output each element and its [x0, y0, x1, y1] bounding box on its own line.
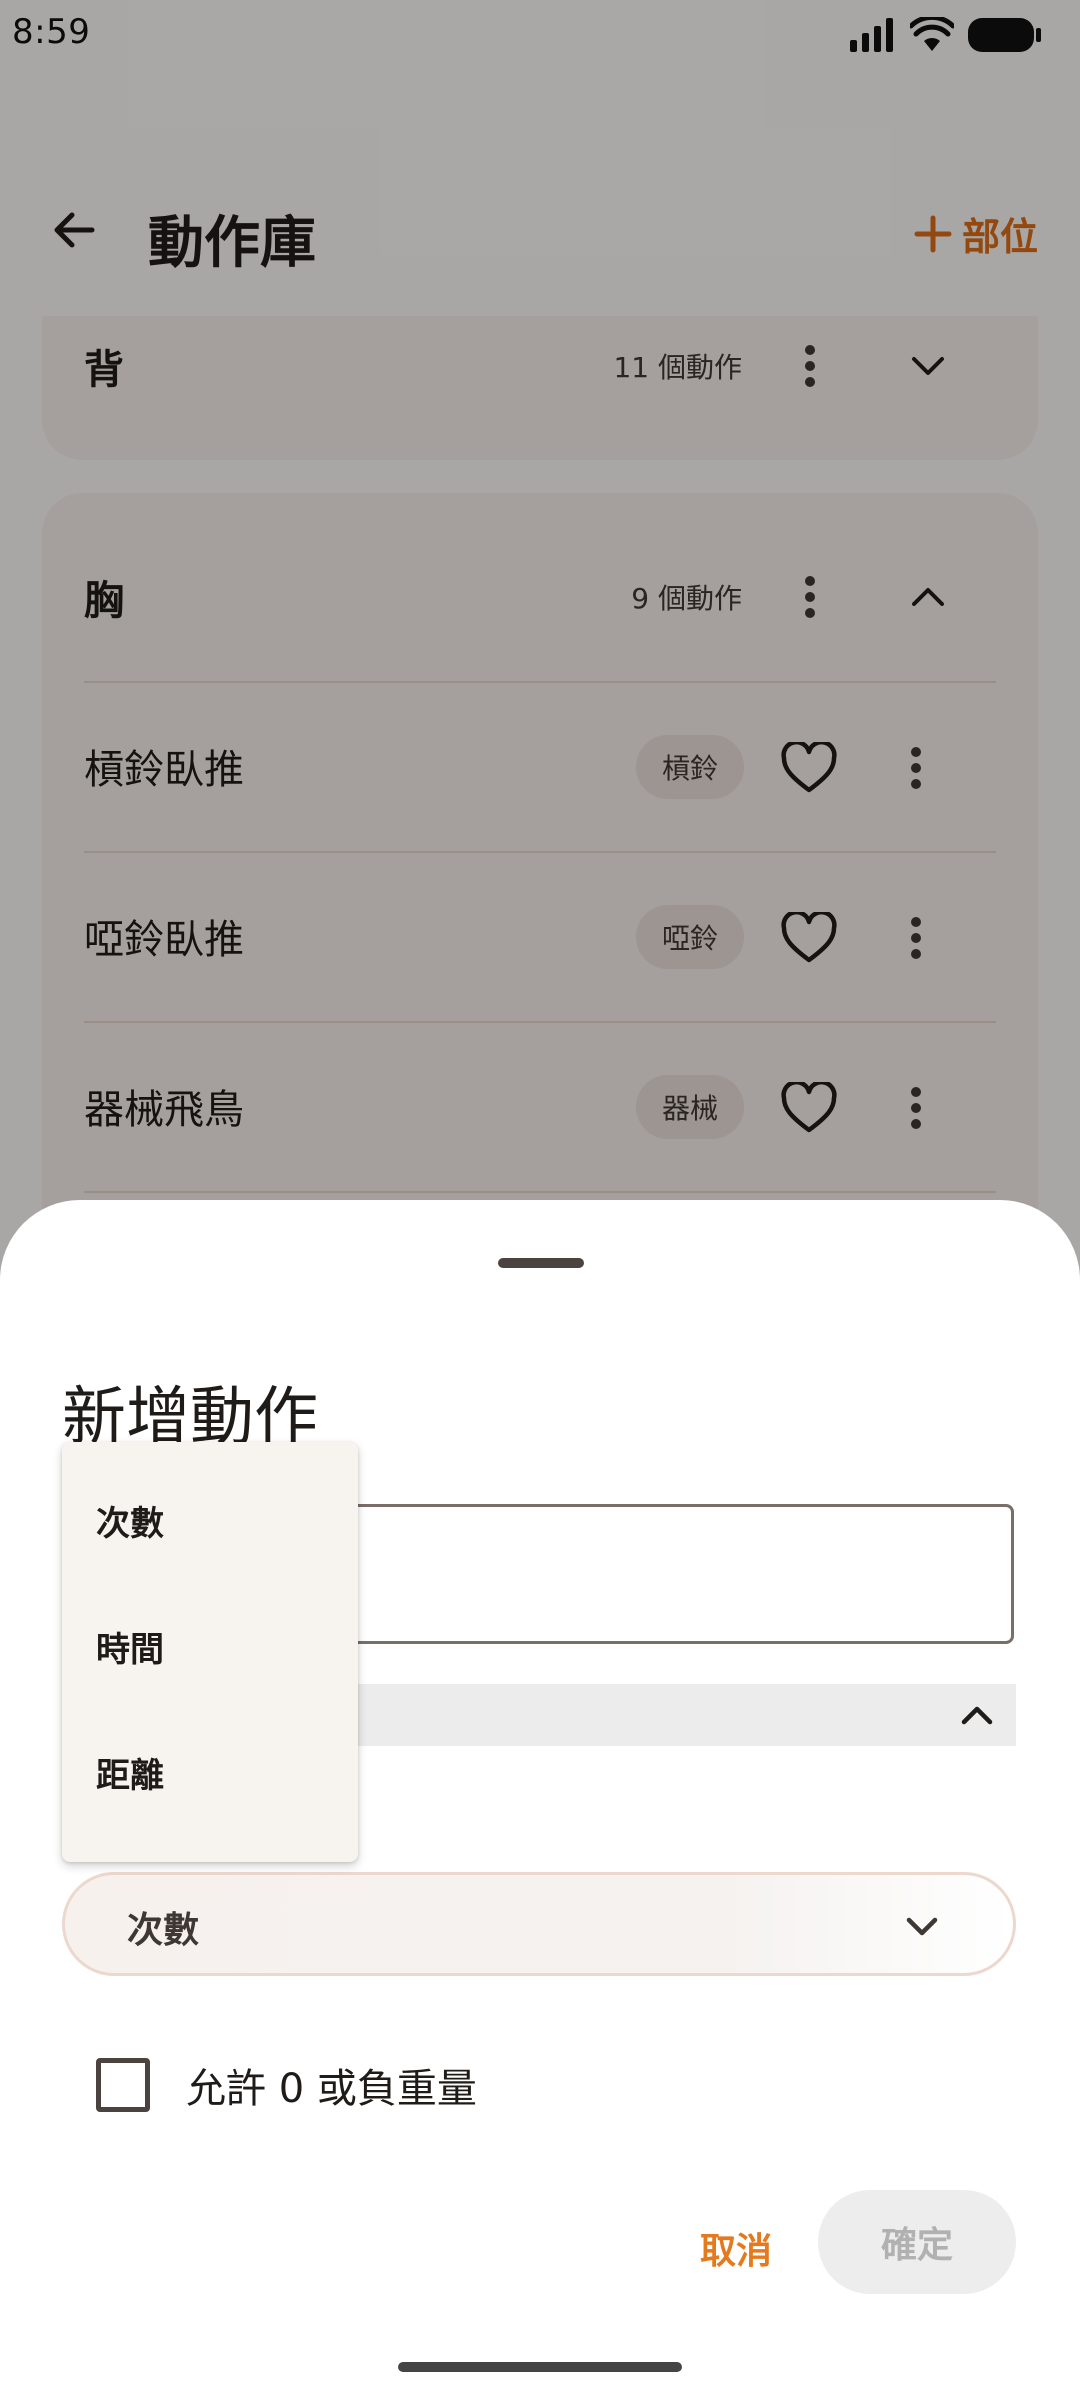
dropdown-option-label: 次數	[96, 1504, 164, 1544]
dropdown-option-distance[interactable]: 距離	[62, 1706, 358, 1832]
confirm-button[interactable]: 確定	[818, 2190, 1016, 2294]
checkbox-label: 允許 0 或負重量	[186, 2066, 477, 2112]
drag-handle[interactable]	[498, 1258, 584, 1268]
chevron-up-icon	[961, 1706, 993, 1725]
tracking-type-value: 次數	[127, 1910, 200, 1951]
dropdown-option-reps[interactable]: 次數	[62, 1454, 358, 1580]
dropdown-option-time[interactable]: 時間	[62, 1580, 358, 1706]
tracking-type-dropdown-menu: 次數 時間 距離	[62, 1442, 358, 1862]
dropdown-option-label: 時間	[96, 1630, 164, 1670]
cancel-button[interactable]: 取消	[700, 2222, 772, 2274]
dropdown-option-label: 距離	[96, 1756, 164, 1796]
allow-zero-negative-weight-checkbox[interactable]	[96, 2058, 150, 2112]
allow-zero-negative-weight-row[interactable]: 允許 0 或負重量	[96, 2056, 477, 2114]
home-indicator[interactable]	[398, 2362, 682, 2372]
chevron-down-icon	[906, 1917, 938, 1936]
tracking-type-select[interactable]: 次數	[62, 1872, 1016, 1976]
screen: 8:59 動作庫 部位 背 11 個動作 胸 9 個動作 槓鈴臥推 槓鈴 啞鈴臥…	[0, 0, 1080, 2400]
